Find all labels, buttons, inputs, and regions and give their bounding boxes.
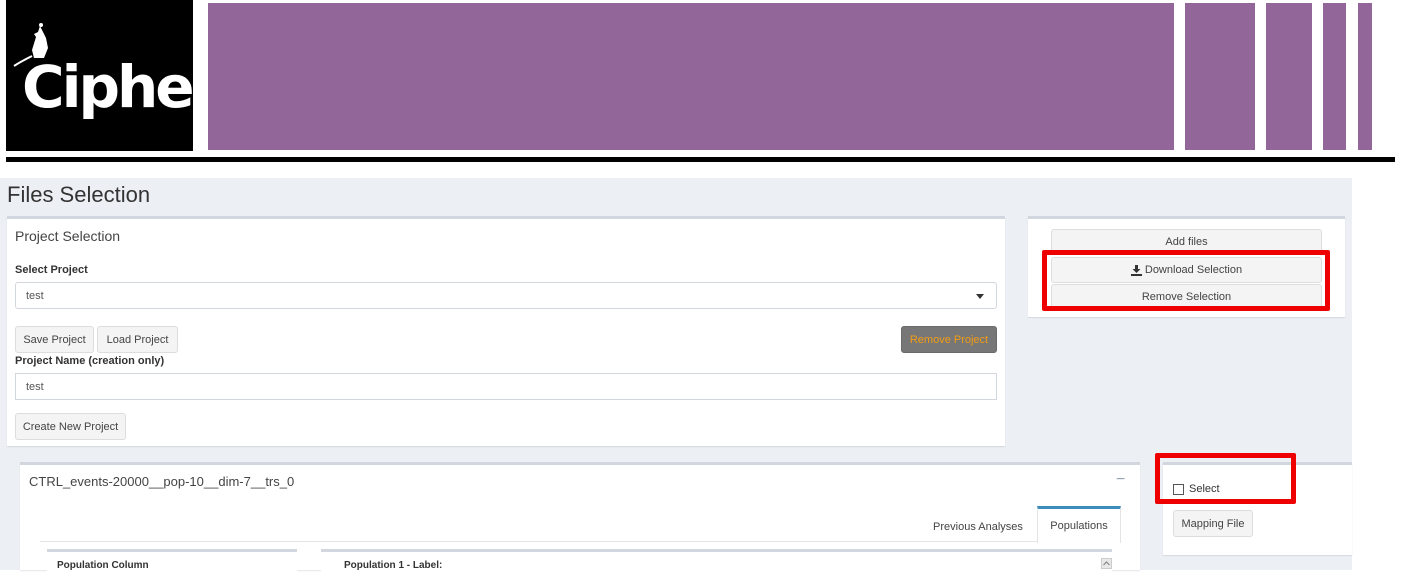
card-title: Project Selection: [15, 228, 121, 244]
select-project-label: Select Project: [15, 264, 88, 276]
header-stripe: [1358, 3, 1372, 150]
logo-text: Ciphe: [22, 53, 195, 121]
header-divider: [6, 157, 1395, 162]
highlight-box: [1042, 250, 1330, 311]
file-title: CTRL_events-20000__pop-10__dim-7__trs_0: [29, 474, 295, 489]
population-column-label: Population Column: [57, 560, 149, 571]
header-banner: [208, 3, 1174, 150]
file-card: CTRL_events-20000__pop-10__dim-7__trs_0 …: [20, 462, 1140, 573]
header-stripe: [1266, 3, 1312, 150]
scroll-up-button[interactable]: [1101, 558, 1112, 569]
collapse-icon[interactable]: −: [1116, 471, 1125, 489]
population-column-panel: Population Column: [47, 549, 297, 573]
chevron-down-icon: [976, 294, 984, 299]
highlight-box: [1155, 453, 1296, 504]
save-project-button[interactable]: Save Project: [15, 326, 94, 353]
header-stripe: [1323, 3, 1346, 150]
selected-project-value: test: [26, 289, 44, 302]
project-name-label: Project Name (creation only): [15, 355, 165, 367]
project-select[interactable]: test: [15, 282, 997, 309]
project-selection-card: Project Selection Select Project test Sa…: [7, 216, 1005, 446]
page-title: Files Selection: [7, 182, 151, 207]
mapping-file-button[interactable]: Mapping File: [1173, 510, 1253, 537]
population-label-panel: Population 1 - Label:: [321, 549, 1112, 573]
remove-project-button[interactable]: Remove Project: [901, 326, 997, 353]
project-name-input[interactable]: test: [15, 373, 997, 400]
create-project-button[interactable]: Create New Project: [15, 413, 126, 440]
chevron-up-icon: [1103, 561, 1110, 566]
load-project-button[interactable]: Load Project: [97, 326, 178, 353]
tab-populations[interactable]: Populations: [1037, 506, 1121, 543]
header-stripe: [1185, 3, 1255, 150]
tab-previous-analyses[interactable]: Previous Analyses: [924, 510, 1032, 543]
population-label: Population 1 - Label:: [344, 560, 443, 571]
